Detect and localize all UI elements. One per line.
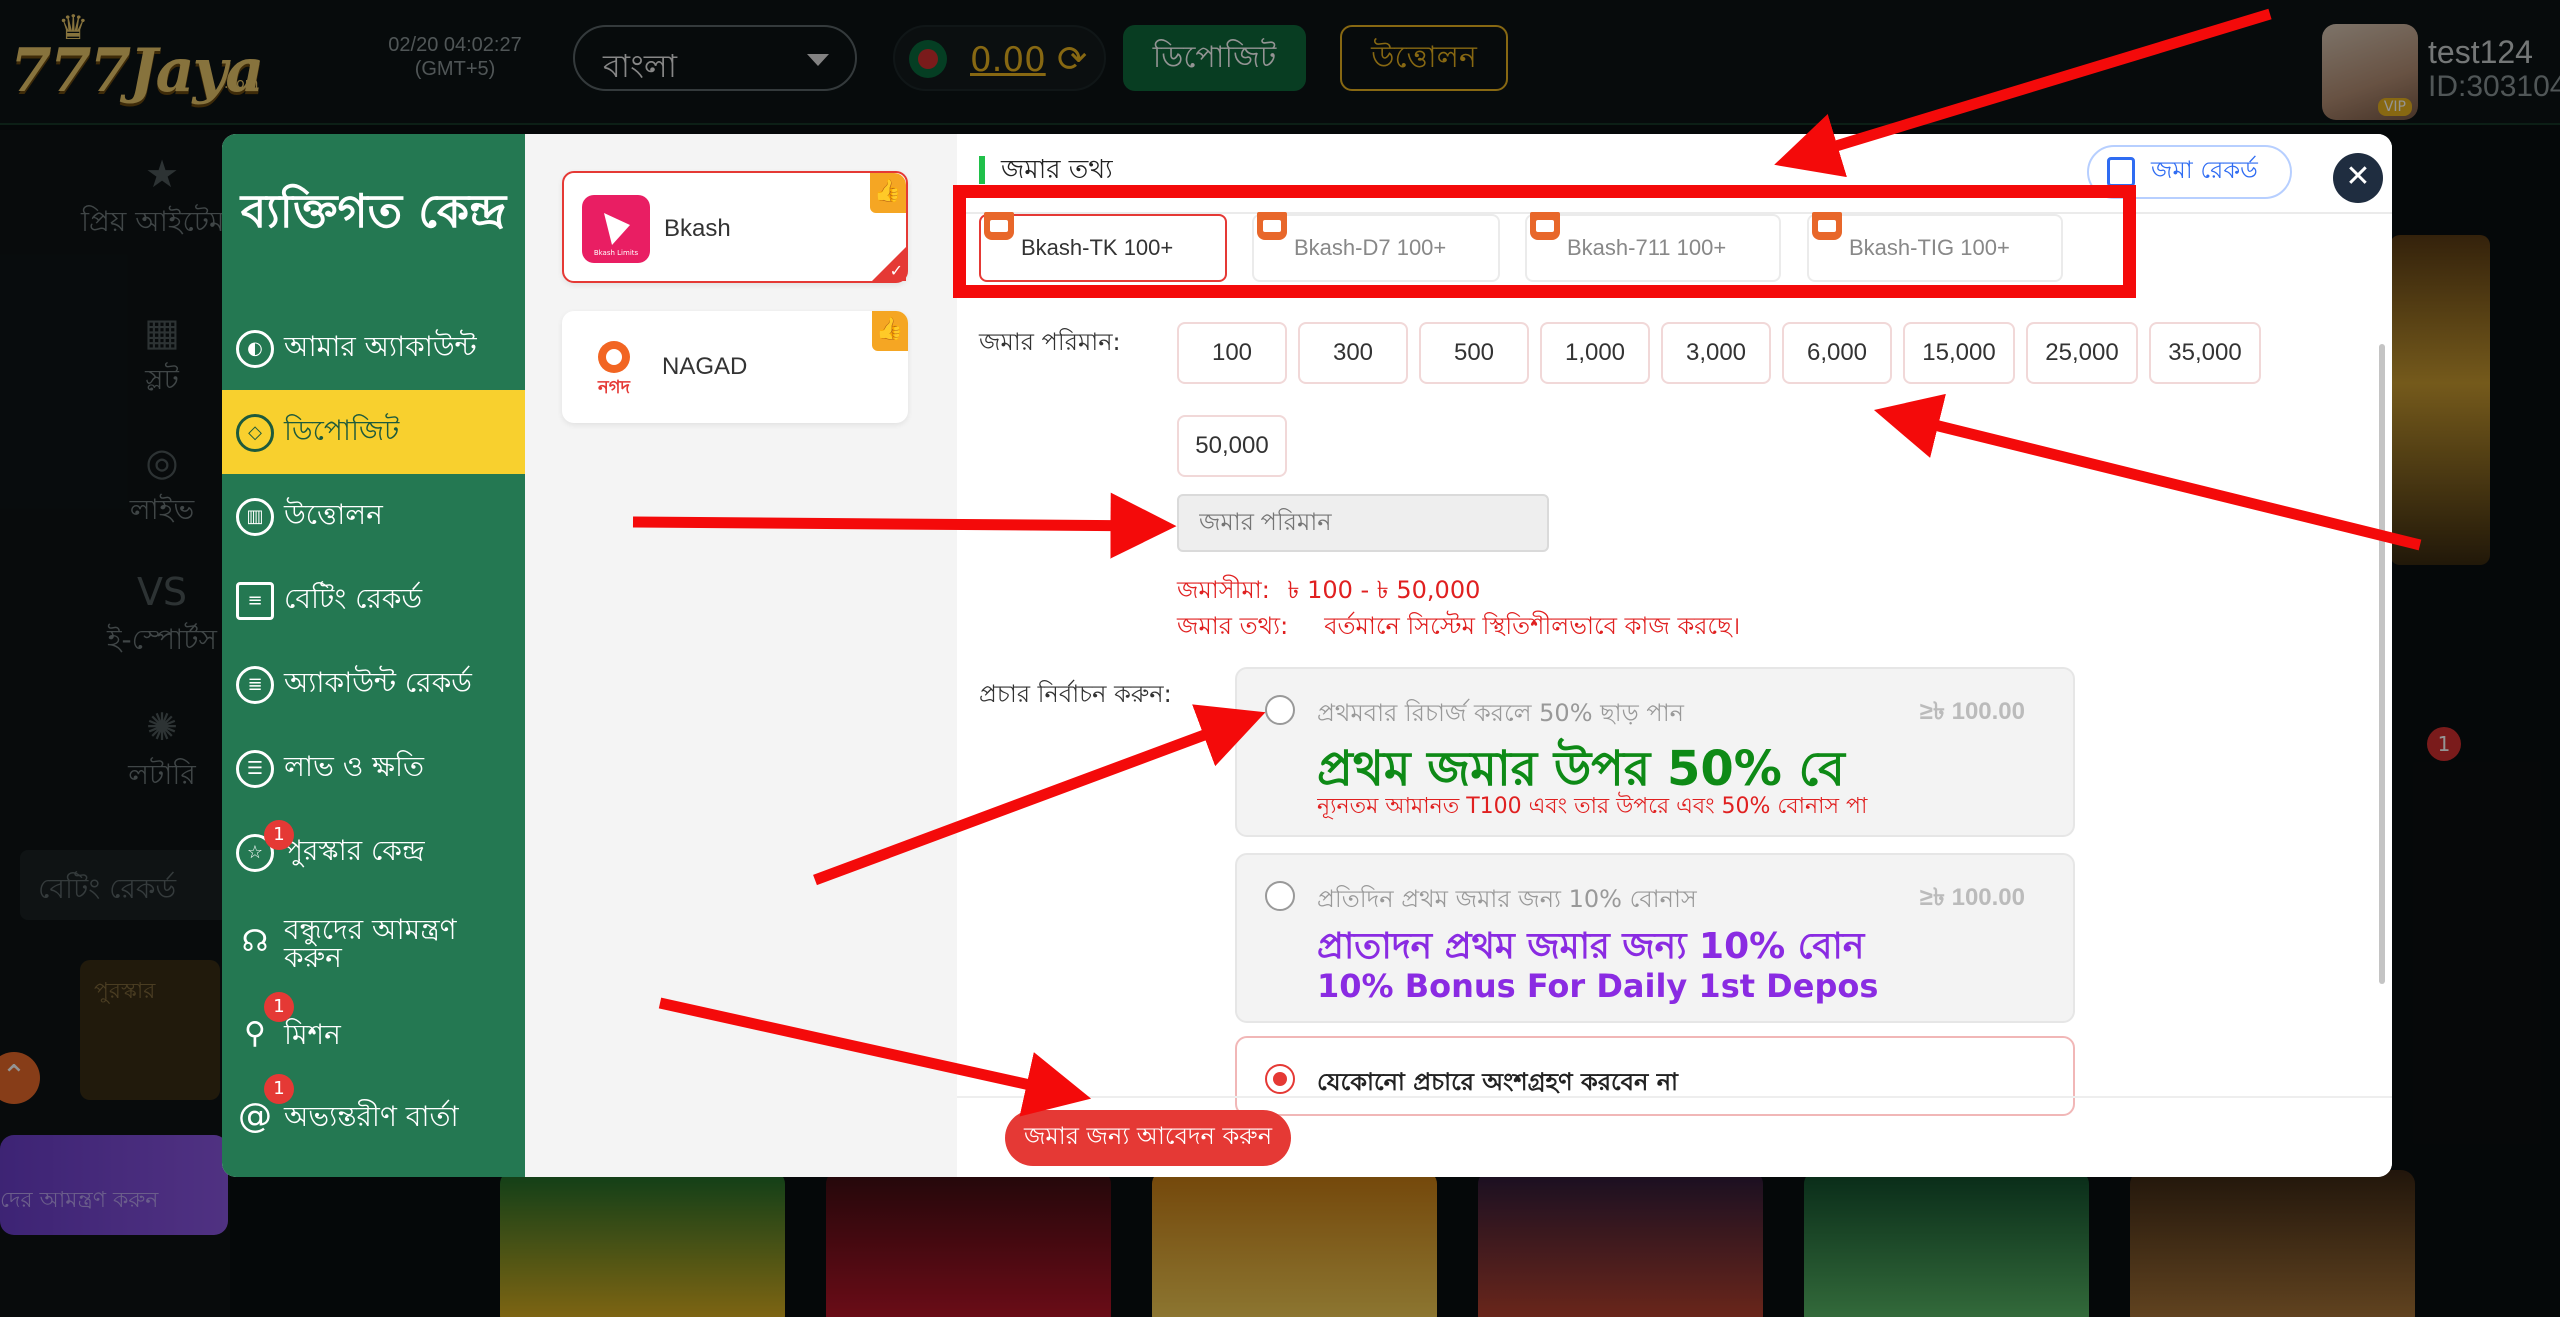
annotation-arrow	[1774, 8, 2272, 178]
annotation-arrow	[658, 997, 1092, 1117]
annotation-arrow	[1873, 393, 2422, 551]
annotation-arrow	[813, 704, 1266, 886]
annotation-arrows	[632, 8, 2422, 1117]
annotation-arrow	[632, 492, 1177, 559]
